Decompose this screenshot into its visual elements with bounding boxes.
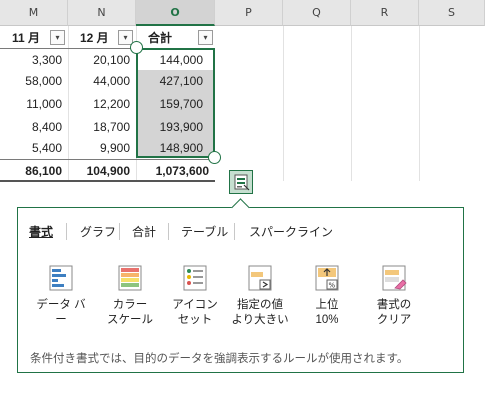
tool-label-line2: クリア bbox=[376, 314, 412, 326]
cell-m-4[interactable]: 8,400 bbox=[0, 117, 68, 137]
total-cell-m[interactable]: 86,100 bbox=[0, 161, 68, 181]
tool-label-line1: 指定の値 bbox=[237, 299, 283, 311]
tool-label-line1: 上位 bbox=[315, 299, 339, 311]
tool-label-line2: スケール bbox=[107, 314, 153, 326]
quick-analysis-icon bbox=[234, 174, 250, 191]
clear-format-tool[interactable]: 書式の クリア bbox=[364, 264, 424, 328]
cell-n-3[interactable]: 12,200 bbox=[68, 94, 136, 114]
tool-label-line1: データ バー bbox=[36, 299, 86, 326]
cell-n-5[interactable]: 9,900 bbox=[68, 138, 136, 158]
svg-text:%: % bbox=[329, 282, 336, 290]
tab-tables[interactable]: テーブル bbox=[181, 223, 228, 240]
selection-handle-bottom[interactable] bbox=[208, 151, 221, 164]
tab-separator bbox=[66, 223, 67, 240]
column-header-r[interactable]: R bbox=[351, 0, 419, 26]
selection-handle-top[interactable] bbox=[130, 41, 143, 54]
panel-description: 条件付き書式では、目的のデータを強調表示するルールが使用されます。 bbox=[30, 353, 409, 365]
cell-n-2[interactable]: 44,000 bbox=[68, 71, 136, 91]
column-header-q[interactable]: Q bbox=[283, 0, 351, 26]
filter-dropdown-button[interactable]: ▾ bbox=[50, 30, 65, 45]
tab-totals[interactable]: 合計 bbox=[132, 223, 156, 240]
header-label: 合計 bbox=[148, 31, 173, 45]
data-bar-tool[interactable]: データ バー bbox=[31, 264, 91, 328]
color-scale-icon bbox=[116, 264, 144, 292]
gridline bbox=[283, 26, 284, 181]
total-cell-o[interactable]: 1,073,600 bbox=[136, 161, 215, 181]
cell-m-2[interactable]: 58,000 bbox=[0, 71, 68, 91]
cell-n-4[interactable]: 18,700 bbox=[68, 117, 136, 137]
tab-separator bbox=[234, 223, 235, 240]
header-label: 12 月 bbox=[80, 31, 109, 45]
tab-separator bbox=[119, 223, 120, 240]
selection-range bbox=[136, 48, 215, 158]
tab-separator bbox=[168, 223, 169, 240]
quick-analysis-panel: 書式 グラフ 合計 テーブル スパークライン データ バー カラー スケール ア… bbox=[17, 198, 464, 373]
clear-format-icon bbox=[380, 264, 408, 292]
icon-set-tool[interactable]: アイコン セット bbox=[165, 264, 225, 328]
column-header-s[interactable]: S bbox=[419, 0, 485, 26]
tool-label-line1: アイコン bbox=[172, 299, 218, 311]
top-ten-percent-icon: % bbox=[313, 264, 341, 292]
tab-sparklines[interactable]: スパークライン bbox=[249, 223, 333, 240]
tool-label-line2: より大きい bbox=[231, 314, 289, 326]
panel-pointer bbox=[231, 198, 250, 217]
totals-bottom-border bbox=[0, 180, 215, 182]
tool-label-line1: カラー bbox=[112, 299, 148, 311]
gridline bbox=[351, 26, 352, 181]
filter-dropdown-button[interactable]: ▾ bbox=[198, 30, 213, 45]
cell-m-1[interactable]: 3,300 bbox=[0, 50, 68, 70]
greater-than-tool[interactable]: 指定の値 より大きい bbox=[230, 264, 290, 328]
quick-analysis-button[interactable] bbox=[229, 170, 253, 194]
cell-n-1[interactable]: 20,100 bbox=[68, 50, 136, 70]
total-cell-n[interactable]: 104,900 bbox=[68, 161, 136, 181]
totals-top-border bbox=[0, 159, 215, 160]
column-header-o[interactable]: O bbox=[136, 0, 215, 26]
top-ten-percent-tool[interactable]: % 上位 10% bbox=[297, 264, 357, 328]
data-bar-icon bbox=[47, 264, 75, 292]
tab-formatting[interactable]: 書式 bbox=[29, 223, 53, 240]
icon-set-icon bbox=[181, 264, 209, 292]
column-header-p[interactable]: P bbox=[215, 0, 283, 26]
tool-label-line2: セット bbox=[177, 314, 213, 326]
tab-charts[interactable]: グラフ bbox=[80, 223, 116, 240]
gridline bbox=[419, 26, 420, 181]
tool-label-line2: 10% bbox=[315, 314, 339, 326]
greater-than-icon bbox=[246, 264, 274, 292]
cell-m-3[interactable]: 11,000 bbox=[0, 94, 68, 114]
column-header-n[interactable]: N bbox=[68, 0, 136, 26]
cell-m-5[interactable]: 5,400 bbox=[0, 138, 68, 158]
color-scale-tool[interactable]: カラー スケール bbox=[100, 264, 160, 328]
tool-label-line1: 書式の bbox=[376, 299, 412, 311]
column-header-m[interactable]: M bbox=[0, 0, 68, 26]
header-label: 11 月 bbox=[12, 31, 41, 45]
